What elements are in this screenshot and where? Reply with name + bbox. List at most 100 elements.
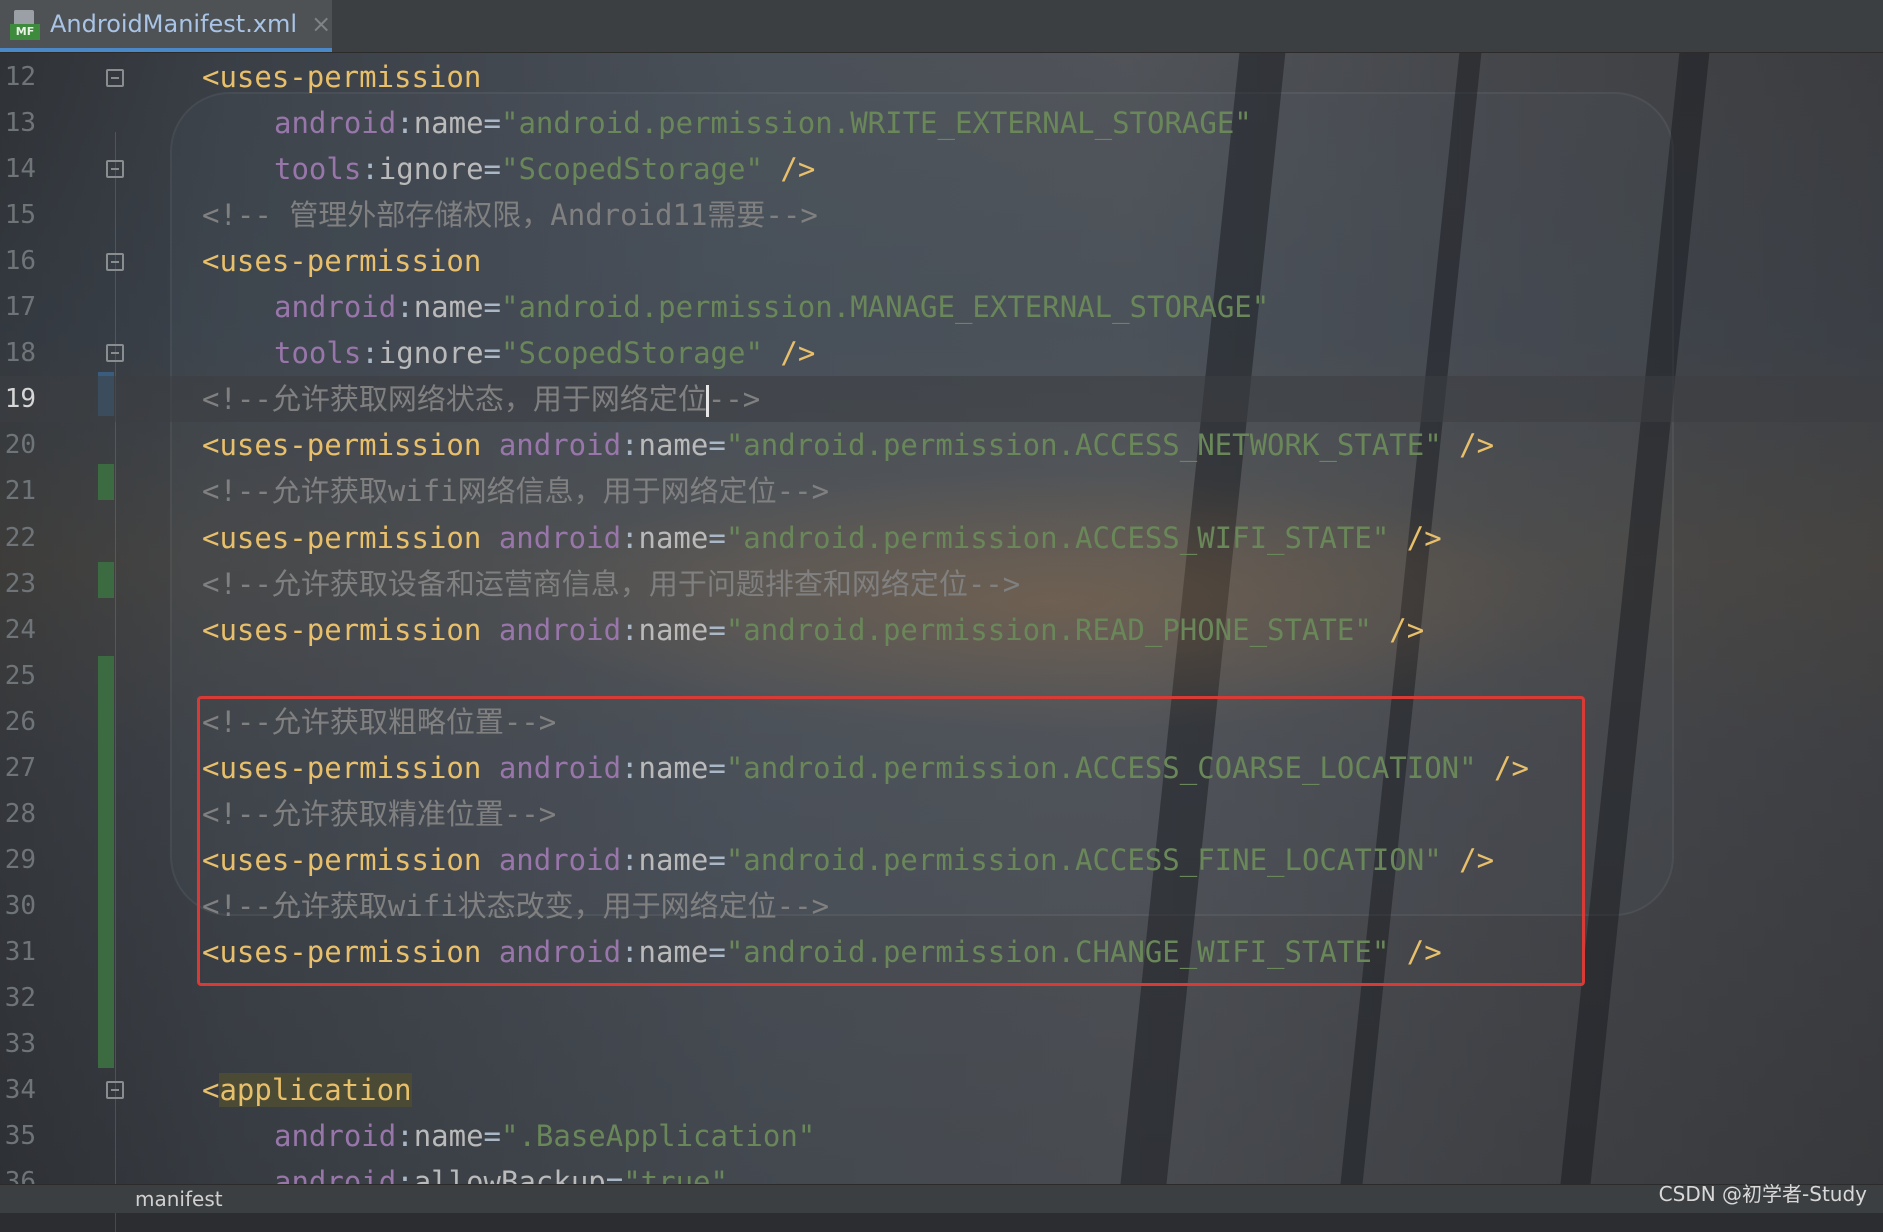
code-token: "android.permission.MANAGE_EXTERNAL_STOR… [501,290,1270,325]
code-token: android [498,520,622,555]
line-number: 12 [4,62,36,92]
code-token: name [413,106,484,141]
code-token: = [483,1119,501,1154]
line-number: 24 [4,614,36,645]
code-text: <uses-permission [202,238,481,284]
code-token: : [621,428,639,463]
code-token: --> [707,382,761,417]
line-number: 13 [4,108,36,139]
code-token: "android.permission.WRITE_EXTERNAL_STORA… [501,106,1252,141]
line-number: 22 [4,522,36,553]
code-line[interactable]: 15 <!-- 管理外部存储权限，Android11需要--> [0,192,1883,238]
line-number: 15 [4,200,36,231]
line-number: 32 [4,983,36,1013]
code-token: <uses-permission [202,60,482,94]
code-token: : [361,336,379,371]
code-token: "android.permission.READ_PHONE_STATE" [725,612,1372,647]
code-line[interactable]: 12 <uses-permission [0,54,1883,100]
code-text: android:name="android.permission.MANAGE_… [274,284,1269,330]
code-line[interactable]: 20 <uses-permission android:name="android… [0,422,1883,468]
code-token: <uses-permission [202,612,499,647]
code-token: <uses-permission [202,244,482,279]
code-token: "ScopedStorage" [501,336,763,371]
code-token: tools [274,152,362,187]
line-number: 28 [4,798,36,829]
code-line[interactable]: 21 <!--允许获取wifi网络信息，用于网络定位--> [0,468,1883,514]
tab-file-name: AndroidManifest.xml [50,10,298,38]
code-token: name [413,1119,484,1154]
code-token: android [498,428,622,463]
code-token: android [274,290,397,325]
code-token: <uses-permission [202,428,499,463]
editor-tab-bar: MF AndroidManifest.xml × [0,0,1883,53]
code-line[interactable]: 13 android:name="android.permission.WRITE… [0,100,1883,146]
code-token: <!-- 管理外部存储权限，Android11需要--> [202,198,818,233]
code-text: <!--允许获取网络状态，用于网络定位--> [202,376,760,422]
line-number: 16 [4,246,36,277]
code-token: ignore [378,152,484,187]
code-token: ".BaseApplication" [501,1119,816,1154]
code-text: <!--允许获取设备和运营商信息，用于问题排查和网络定位--> [202,561,1020,607]
line-number: 17 [4,292,36,323]
code-line[interactable]: 33 [0,1021,1883,1067]
code-token: "android.permission.ACCESS_NETWORK_STATE… [725,428,1442,463]
code-line[interactable]: 25 [0,653,1883,699]
code-line[interactable]: 18 tools:ignore="ScopedStorage" /> [0,330,1883,376]
tab-androidmanifest[interactable]: MF AndroidManifest.xml × [0,0,332,52]
code-line[interactable]: 22 <uses-permission android:name="android… [0,515,1883,561]
code-token: name [638,612,709,647]
code-token: : [396,106,414,141]
code-token: /> [762,336,816,371]
code-text: android:name="android.permission.WRITE_E… [274,100,1252,146]
code-text: <uses-permission android:name="android.p… [202,607,1424,653]
code-text: tools:ignore="ScopedStorage" /> [274,146,815,192]
code-line[interactable]: 14 tools:ignore="ScopedStorage" /> [0,146,1883,192]
code-line[interactable]: 23 <!--允许获取设备和运营商信息，用于问题排查和网络定位--> [0,561,1883,607]
line-number: 18 [4,338,36,369]
manifest-file-icon: MF [10,8,40,40]
code-line[interactable]: 17 android:name="android.permission.MANAG… [0,284,1883,330]
code-token: "android.permission.ACCESS_WIFI_STATE" [725,520,1390,555]
line-number: 25 [4,660,36,691]
line-number: 26 [4,706,36,737]
line-number: 34 [4,1075,36,1106]
code-line[interactable]: 34 <application [0,1067,1883,1113]
line-number: 19 [4,384,36,415]
code-token: <!--允许获取网络状态，用于网络定位 [202,382,707,417]
code-token: name [638,428,709,463]
code-token: /> [762,152,816,187]
code-token: name [638,520,709,555]
code-token: : [361,152,379,187]
code-text: <uses-permission android:name="android.p… [202,422,1494,468]
breadcrumb-manifest[interactable]: manifest [135,1187,223,1211]
code-text: <uses-permission [202,54,481,100]
code-text: <uses-permission android:name="android.p… [202,515,1442,561]
code-token: = [708,520,726,555]
code-token: = [483,152,502,187]
code-line[interactable]: 19 <!--允许获取网络状态，用于网络定位--> [0,376,1883,423]
code-token: android [274,106,397,141]
line-number: 14 [4,154,36,185]
line-number: 33 [4,1029,36,1060]
code-text: android:name=".BaseApplication" [274,1113,815,1159]
code-token: /> [1389,520,1442,555]
code-line[interactable]: 24 <uses-permission android:name="android… [0,607,1883,653]
line-number: 23 [4,568,36,599]
code-token: = [483,290,501,325]
code-token: : [621,520,639,555]
line-number: 20 [4,430,36,461]
code-text: <!-- 管理外部存储权限，Android11需要--> [202,192,818,238]
code-token: name [413,290,484,325]
code-token: <!--允许获取设备和运营商信息，用于问题排查和网络定位--> [202,566,1021,601]
code-text: tools:ignore="ScopedStorage" /> [274,330,815,376]
code-token: < [202,1073,220,1108]
line-number: 35 [4,1121,36,1152]
watermark-text: CSDN @初学者-Study [1658,1182,1867,1206]
code-line[interactable]: 16 <uses-permission [0,238,1883,284]
close-icon[interactable]: × [311,10,331,38]
code-token: application [219,1073,412,1108]
code-line[interactable]: 35 android:name=".BaseApplication" [0,1113,1883,1159]
code-token: = [483,106,501,141]
code-token: "ScopedStorage" [501,152,763,187]
code-token: = [483,336,502,371]
